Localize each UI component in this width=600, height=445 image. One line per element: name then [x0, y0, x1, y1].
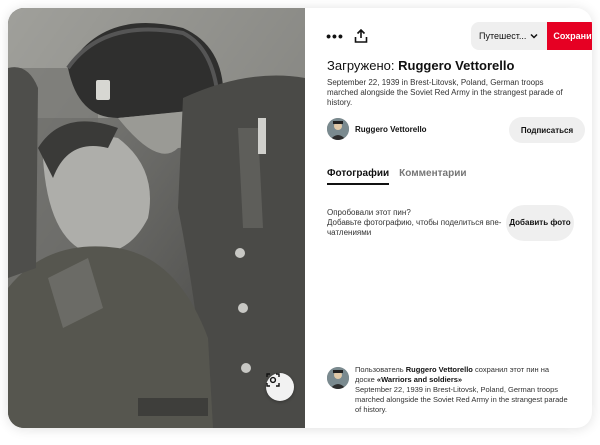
- author-block: Ruggero Vettorello: [327, 118, 427, 140]
- pin-details-panel: ••• Путешест... Сохранить Загружено: Rug…: [305, 8, 592, 428]
- tried-question: Опробовали этот пин?: [327, 208, 411, 217]
- tried-hint: Добавьте фотографию, чтобы поделиться вп…: [327, 218, 502, 237]
- pin-description: September 22, 1939 in Brest-Litovsk, Pol…: [327, 78, 563, 107]
- avatar[interactable]: [327, 118, 349, 140]
- saved-prefix: Пользователь: [355, 365, 406, 374]
- saved-description: September 22, 1939 in Brest-Litovsk, Pol…: [355, 385, 568, 414]
- pin-card: ••• Путешест... Сохранить Загружено: Rug…: [8, 8, 592, 428]
- tried-prompt: Опробовали этот пин? Добавьте фотографию…: [327, 208, 507, 238]
- avatar-image: [327, 118, 349, 140]
- pin-title-author[interactable]: Ruggero Vettorello: [398, 58, 514, 73]
- author-name[interactable]: Ruggero Vettorello: [355, 125, 427, 134]
- subscribe-button[interactable]: Подписаться: [509, 117, 585, 143]
- chevron-down-icon: [530, 33, 538, 39]
- board-select[interactable]: Путешест...: [471, 22, 547, 50]
- pin-photo-image: [8, 8, 305, 428]
- share-button[interactable]: [351, 26, 371, 46]
- save-button[interactable]: Сохранить: [547, 22, 592, 50]
- content-tabs: Фотографии Комментарии: [327, 168, 467, 185]
- saved-board-link[interactable]: «Warriors and soldiers»: [377, 375, 462, 384]
- more-options-button[interactable]: •••: [325, 26, 345, 46]
- share-upload-icon: [354, 29, 368, 43]
- add-photo-button[interactable]: Добавить фото: [506, 205, 574, 241]
- saved-by-block: Пользователь Ruggero Vettorello сохранил…: [327, 365, 570, 415]
- pin-photo[interactable]: [8, 8, 305, 428]
- visual-search-button[interactable]: [266, 373, 294, 401]
- pin-toolbar: ••• Путешест... Сохранить: [325, 22, 592, 50]
- tab-comments[interactable]: Комментарии: [399, 168, 466, 185]
- avatar[interactable]: [327, 367, 349, 389]
- pin-title: Загружено: Ruggero Vettorello: [327, 58, 514, 73]
- more-horizontal-icon: •••: [326, 28, 344, 44]
- saved-user-link[interactable]: Ruggero Vettorello: [406, 365, 473, 374]
- tab-photos[interactable]: Фотографии: [327, 168, 390, 185]
- board-select-label: Путешест...: [479, 31, 527, 41]
- saved-by-text: Пользователь Ruggero Vettorello сохранил…: [355, 365, 570, 415]
- visual-search-lens-icon: [266, 373, 280, 387]
- pin-title-prefix: Загружено:: [327, 58, 399, 73]
- avatar-image: [327, 367, 349, 389]
